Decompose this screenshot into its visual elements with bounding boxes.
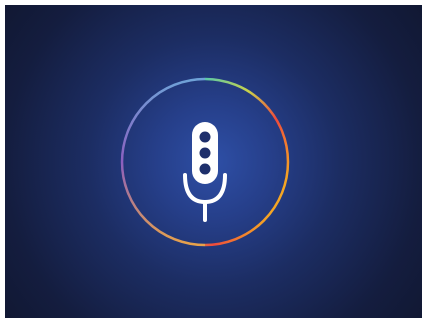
voice-button-graphic — [120, 77, 290, 247]
mic-dot-bottom — [199, 163, 211, 175]
mic-dot-top — [199, 131, 211, 143]
microphone-icon — [183, 122, 227, 222]
voice-input-button[interactable] — [119, 76, 291, 248]
mic-dot-middle — [199, 147, 211, 159]
voice-assistant-screen — [5, 5, 422, 318]
